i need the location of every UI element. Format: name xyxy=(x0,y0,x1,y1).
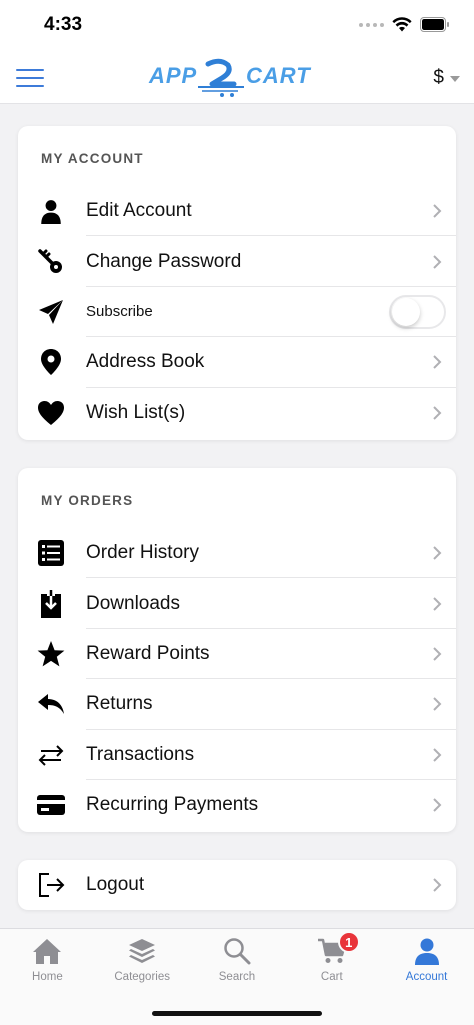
tab-home-label: Home xyxy=(32,971,63,983)
edit-account-label: Edit Account xyxy=(86,200,192,222)
order-history-item[interactable]: Order History xyxy=(18,528,456,579)
tab-search[interactable]: Search xyxy=(190,935,285,993)
chevron-right-icon xyxy=(433,697,442,712)
chevron-right-icon xyxy=(433,647,442,661)
change-password-label: Change Password xyxy=(86,250,242,272)
tab-cart-label: Cart xyxy=(320,971,343,983)
chevron-right-icon xyxy=(433,878,442,892)
wifi-icon xyxy=(392,17,412,32)
location-pin-icon xyxy=(37,348,65,376)
person-icon xyxy=(37,197,65,225)
chevron-right-icon xyxy=(433,546,442,560)
download-icon xyxy=(37,589,65,618)
my-orders-card: MY ORDERS Order History Downloads Reward… xyxy=(18,468,456,832)
chevron-right-icon xyxy=(433,798,442,812)
address-book-item[interactable]: Address Book xyxy=(18,337,456,388)
logout-label: Logout xyxy=(86,874,145,895)
tab-search-label: Search xyxy=(218,971,256,983)
subscribe-item: Subscribe xyxy=(18,287,456,338)
recurring-payments-item[interactable]: Recurring Payments xyxy=(18,780,456,830)
transactions-item[interactable]: Transactions xyxy=(18,730,456,780)
logout-card: Logout xyxy=(18,860,456,910)
chevron-right-icon xyxy=(433,596,442,611)
search-icon xyxy=(221,935,253,967)
my-account-title: MY ACCOUNT xyxy=(41,151,144,166)
app2cart-logo: APP CART xyxy=(148,58,311,97)
svg-text:CART: CART xyxy=(246,63,311,88)
logout-item[interactable]: Logout xyxy=(18,860,456,910)
account-icon xyxy=(411,935,443,967)
address-book-label: Address Book xyxy=(86,351,205,373)
layers-icon xyxy=(126,935,158,967)
star-icon xyxy=(37,640,65,668)
tab-home[interactable]: Home xyxy=(0,935,95,993)
reward-points-label: Reward Points xyxy=(86,642,210,664)
chevron-right-icon xyxy=(433,406,442,420)
change-password-item[interactable]: Change Password xyxy=(18,236,456,287)
list-icon xyxy=(37,539,65,567)
my-account-card: MY ACCOUNT Edit Account Change Password … xyxy=(18,126,456,440)
hamburger-menu-button[interactable] xyxy=(16,68,44,88)
signal-icon xyxy=(359,22,384,27)
tab-categories-label: Categories xyxy=(114,971,170,983)
paper-plane-icon xyxy=(37,298,65,326)
recurring-payments-label: Recurring Payments xyxy=(86,794,259,816)
chevron-down-icon xyxy=(450,76,460,82)
chevron-right-icon xyxy=(433,355,442,370)
top-navbar: APP CART $ xyxy=(0,52,474,104)
key-icon xyxy=(37,248,65,276)
svg-text:APP: APP xyxy=(148,63,197,88)
logout-icon xyxy=(37,871,65,899)
bottom-tab-bar: Home Categories Search 1 Cart Account xyxy=(0,928,474,1025)
status-time: 4:33 xyxy=(44,14,83,35)
heart-icon xyxy=(37,399,65,427)
tab-cart[interactable]: 1 Cart xyxy=(284,931,379,993)
home-indicator xyxy=(152,1011,322,1016)
returns-label: Returns xyxy=(86,693,153,715)
subscribe-label: Subscribe xyxy=(86,303,153,321)
cart-icon: 1 xyxy=(316,931,360,967)
my-orders-title: MY ORDERS xyxy=(41,493,134,508)
currency-selector[interactable]: $ xyxy=(433,67,460,89)
reply-icon xyxy=(37,690,65,718)
tab-account-label: Account xyxy=(405,971,448,983)
credit-card-icon xyxy=(37,791,65,819)
reward-points-item[interactable]: Reward Points xyxy=(18,629,456,680)
tab-categories[interactable]: Categories xyxy=(95,935,190,993)
chevron-right-icon xyxy=(433,254,442,269)
chevron-right-icon xyxy=(433,204,442,218)
wish-list-item[interactable]: Wish List(s) xyxy=(18,388,456,438)
downloads-label: Downloads xyxy=(86,592,180,614)
home-icon xyxy=(31,935,63,967)
chevron-right-icon xyxy=(433,748,442,762)
swap-arrows-icon xyxy=(37,741,65,769)
tab-account[interactable]: Account xyxy=(379,935,474,993)
wish-list-label: Wish List(s) xyxy=(86,401,186,423)
status-bar: 4:33 xyxy=(0,0,474,52)
subscribe-toggle[interactable] xyxy=(389,294,446,329)
returns-item[interactable]: Returns xyxy=(18,679,456,730)
cart-badge: 1 xyxy=(337,931,360,953)
edit-account-item[interactable]: Edit Account xyxy=(18,186,456,237)
transactions-label: Transactions xyxy=(86,743,195,765)
order-history-label: Order History xyxy=(86,542,199,564)
currency-symbol: $ xyxy=(433,67,444,88)
status-icons xyxy=(359,17,450,32)
battery-icon xyxy=(420,17,449,32)
downloads-item[interactable]: Downloads xyxy=(18,578,456,629)
